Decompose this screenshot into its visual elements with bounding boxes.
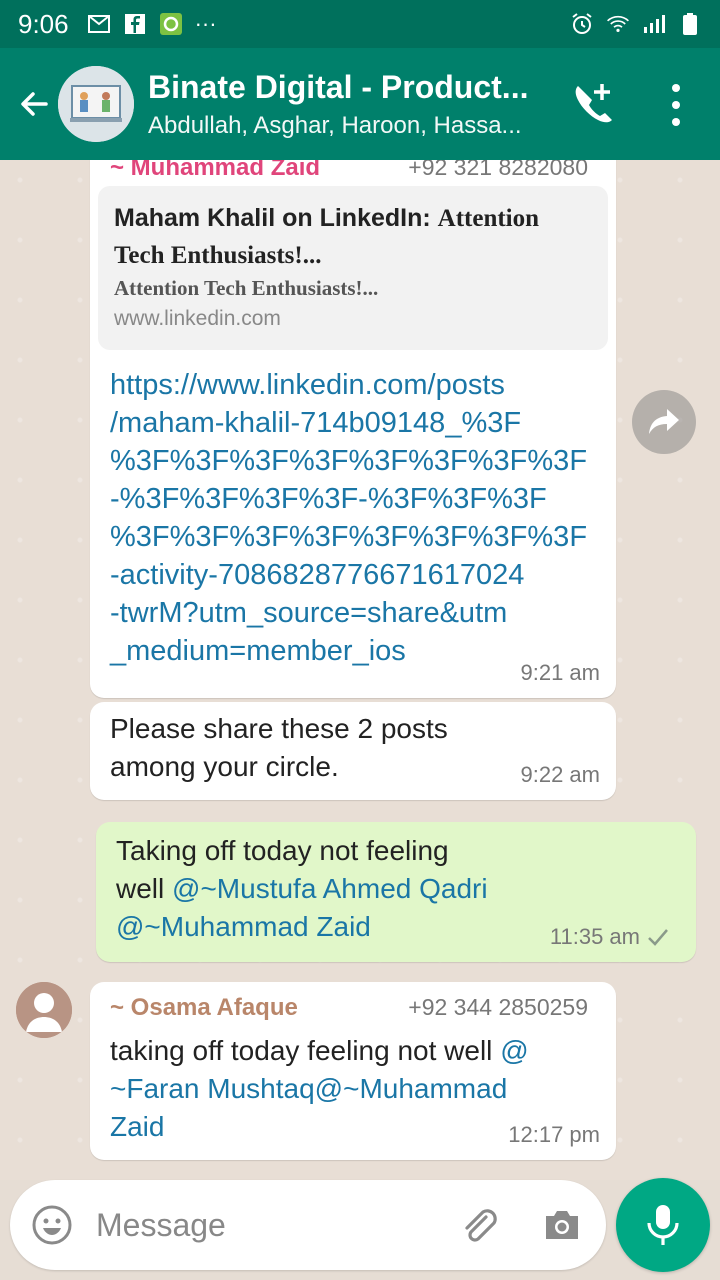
sender-name[interactable]: ~ Osama Afaque: [110, 994, 298, 1022]
preview-title: Maham Khalil on LinkedIn: Attention Tech…: [114, 200, 592, 274]
chat-titles[interactable]: Binate Digital - Product... Abdullah, As…: [148, 69, 558, 140]
mention[interactable]: @~Muhammad Zaid: [116, 908, 488, 946]
status-bar: 9:06 ···: [0, 0, 720, 48]
alarm-icon: [570, 13, 594, 35]
message-line: well @~Mustufa Ahmed Qadri: [116, 870, 488, 908]
mention[interactable]: ~Faran Mushtaq@~Muhammad: [110, 1070, 600, 1108]
status-time: 9:06: [18, 8, 69, 39]
more-notifications-icon: ···: [194, 11, 217, 36]
time-text: 12:17 pm: [508, 1122, 600, 1147]
attach-icon[interactable]: [456, 1203, 500, 1247]
link-line[interactable]: -activity-7086828776671617024: [110, 556, 587, 594]
group-avatar[interactable]: [58, 66, 134, 142]
back-button[interactable]: [4, 48, 64, 160]
menu-dot: [672, 118, 680, 126]
forward-button[interactable]: [632, 390, 696, 454]
message-time: 9:21 am: [521, 660, 601, 686]
sender-phone: +92 344 2850259: [408, 994, 588, 1020]
emoji-icon[interactable]: [30, 1203, 74, 1247]
sender-avatar[interactable]: [16, 982, 72, 1038]
message-bubble-2[interactable]: Please share these 2 posts among your ci…: [90, 702, 616, 800]
preview-url: www.linkedin.com: [114, 307, 281, 330]
chat-area[interactable]: ~ Muhammad Zaid +92 321 8282080 Maham Kh…: [0, 160, 720, 1180]
message-line: Taking off today not feeling: [116, 835, 449, 866]
message-bubble-1[interactable]: ~ Muhammad Zaid +92 321 8282080 Maham Kh…: [90, 160, 616, 698]
mic-icon: [647, 1205, 679, 1245]
message-bubble-3[interactable]: Taking off today not feeling well @~Must…: [96, 822, 696, 962]
link-line[interactable]: /maham-khalil-714b09148_%3F: [110, 404, 587, 442]
message-input[interactable]: Message: [96, 1207, 456, 1244]
notification-icons: ···: [87, 11, 217, 37]
message-word: well: [116, 873, 173, 904]
message-time: 11:35 am: [550, 924, 670, 950]
link-line[interactable]: _medium=member_ios: [110, 632, 587, 670]
link-line[interactable]: -%3F%3F%3F%3F-%3F%3F%3F: [110, 480, 587, 518]
group-members: Abdullah, Asghar, Haroon, Hassa...: [148, 111, 522, 139]
preview-description: Attention Tech Enthusiasts!...: [114, 276, 379, 300]
camera-icon[interactable]: [540, 1203, 584, 1247]
time-text: 9:22 am: [520, 762, 601, 787]
preview-title-part: Tech Enthusiasts!...: [114, 242, 322, 269]
facebook-icon: [123, 13, 147, 35]
more-vert-icon: [672, 84, 680, 92]
message-text: Taking off today not feeling well @~Must…: [116, 832, 488, 946]
link-line[interactable]: %3F%3F%3F%3F%3F%3F%3F%3F: [110, 518, 587, 556]
group-name: Binate Digital - Product...: [148, 68, 529, 105]
more-options-button[interactable]: [656, 78, 696, 132]
mention[interactable]: @~Mustufa Ahmed Qadri: [172, 873, 488, 904]
voice-record-button[interactable]: [616, 1178, 710, 1272]
link-line[interactable]: %3F%3F%3F%3F%3F%3F%3F%3F: [110, 442, 587, 480]
message-line: taking off today feeling not well @: [110, 1032, 600, 1070]
add-call-button[interactable]: [568, 78, 618, 128]
message-time: 12:17 pm: [508, 1122, 600, 1148]
sender-name[interactable]: ~ Muhammad Zaid: [110, 160, 320, 182]
message-link[interactable]: https://www.linkedin.com/posts /maham-kh…: [110, 366, 587, 670]
app-icon: [159, 13, 183, 35]
mention[interactable]: @: [500, 1035, 528, 1066]
battery-icon: [678, 13, 702, 35]
system-icons: [570, 13, 702, 35]
time-text: 9:21 am: [520, 660, 601, 685]
time-text: 11:35 am: [549, 924, 640, 949]
chat-header: Binate Digital - Product... Abdullah, As…: [0, 48, 720, 160]
call-add-icon: [575, 84, 612, 123]
menu-dot: [672, 101, 680, 109]
preview-title-part: Attention: [437, 205, 540, 232]
message-line: Please share these 2 posts: [110, 713, 448, 744]
message-text: Please share these 2 posts among your ci…: [110, 710, 448, 786]
wifi-icon: [606, 13, 630, 35]
back-arrow-icon: [21, 92, 48, 116]
link-line[interactable]: https://www.linkedin.com/posts: [110, 366, 587, 404]
sender-phone: +92 321 8282080: [408, 160, 588, 180]
message-word: taking off today feeling not well: [110, 1035, 501, 1066]
link-line[interactable]: -twrM?utm_source=share&utm: [110, 594, 587, 632]
preview-title-part: Maham Khalil on LinkedIn:: [114, 204, 438, 232]
message-time: 9:22 am: [521, 762, 601, 788]
forward-icon: [649, 409, 679, 434]
gmail-icon: [87, 13, 111, 35]
message-bubble-4[interactable]: ~ Osama Afaque +92 344 2850259 taking of…: [90, 982, 616, 1160]
read-tick-icon: [648, 929, 668, 946]
signal-icon: [642, 13, 666, 35]
link-preview[interactable]: Maham Khalil on LinkedIn: Attention Tech…: [98, 186, 608, 350]
message-line: among your circle.: [110, 751, 339, 782]
message-composer[interactable]: Message: [10, 1180, 606, 1270]
